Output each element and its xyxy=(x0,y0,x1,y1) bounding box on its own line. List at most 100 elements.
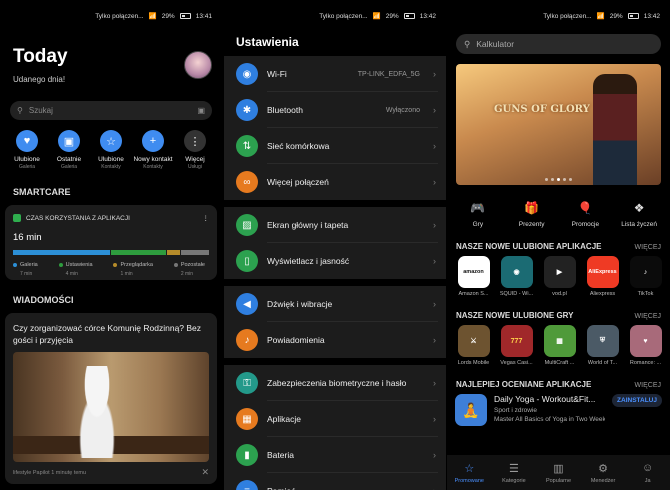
usage-app-time: 7 min xyxy=(20,271,33,277)
quick-action-1[interactable]: ▣ Ostatnie Galeria xyxy=(48,130,90,170)
status-bar: Tylko połączen... 📶 29% 13:42 xyxy=(447,0,670,32)
smartcare-heading: SMARTCARE xyxy=(13,187,71,197)
nav-ja[interactable]: ☺ Ja xyxy=(628,462,668,484)
section-header: NAJLEPIEJ OCENIANE APLIKACJE WIĘCEJ xyxy=(447,380,670,390)
settings-row-zabezpieczenia-biometryczne-i-has-o[interactable]: ⚿ Zabezpieczenia biometryczne i hasło › xyxy=(224,365,446,401)
settings-row-bateria[interactable]: ▮ Bateria › xyxy=(224,437,446,473)
bottom-nav: ☆ Promowane ☰ Kategorie ▥ Popularne ⚙ Menedżer ☺… xyxy=(447,455,670,490)
quick-action-0[interactable]: ♥ Ulubione Galeria xyxy=(6,130,48,170)
settings-row-aplikacje[interactable]: ▦ Aplikacje › xyxy=(224,401,446,437)
news-headline[interactable]: Czy zorganizować córce Komunię Rodzinną?… xyxy=(5,313,217,346)
settings-row-pami-[interactable]: ≡ Pamięć › xyxy=(224,473,446,490)
gamepad-icon: 🎮 xyxy=(470,201,486,215)
settings-row-wy-wietlacz-i-jasno-[interactable]: ▯ Wyświetlacz i jasność › xyxy=(224,243,446,279)
more-link[interactable]: WIĘCEJ xyxy=(635,382,661,389)
quick-action-sub: Galeria xyxy=(18,164,36,170)
news-card[interactable]: Czy zorganizować córce Komunię Rodzinną?… xyxy=(5,313,217,484)
list-icon: ☰ xyxy=(508,462,519,475)
settings-row-bluetooth[interactable]: ✱ Bluetooth Wyłączono › xyxy=(224,92,446,128)
app-icon[interactable]: ◉ xyxy=(500,256,533,288)
featured-description: Master All Basics of Yoga in Two Weeks &… xyxy=(494,416,606,423)
quick-action-4[interactable]: ⋮ Więcej Usługi xyxy=(174,130,216,170)
category-2[interactable]: 🎈 Promocje xyxy=(561,200,609,228)
app-tile[interactable]: ▦ MultiCraft ... xyxy=(541,325,578,366)
app-name: Romance: ... xyxy=(629,360,662,366)
app-tile[interactable]: ⛨ World of T... xyxy=(584,325,621,366)
more-options-icon[interactable]: ⋮ xyxy=(203,214,210,222)
settings-row-sie-kom-rkowa[interactable]: ⇅ Sieć komórkowa › xyxy=(224,128,446,164)
usage-legend: Galeria 7 min Ustawienia 4 min Przeglądarka 1… xyxy=(5,255,217,277)
chevron-right-icon: › xyxy=(433,177,436,187)
app-icon[interactable]: ⛨ xyxy=(586,325,619,357)
avatar[interactable] xyxy=(184,51,212,79)
app-tile[interactable]: ▶ vod.pl xyxy=(541,256,578,297)
settings-row-wi-fi[interactable]: ◉ Wi-Fi TP-LINK_EDFA_5G › xyxy=(224,56,446,92)
category-3[interactable]: ❖ Lista życzeń xyxy=(615,200,663,228)
app-icon[interactable]: AliExpress xyxy=(586,256,619,288)
nav-kategorie[interactable]: ☰ Kategorie xyxy=(494,462,534,484)
app-tile[interactable]: AliExpress Aliexpress xyxy=(584,256,621,297)
settings-row-ekran-g-wny-i-tapeta[interactable]: ▨ Ekran główny i tapeta › xyxy=(224,207,446,243)
group-separator xyxy=(224,279,446,286)
category-1[interactable]: 🎁 Prezenty xyxy=(508,200,556,228)
nav-menedżer[interactable]: ⚙ Menedżer xyxy=(583,462,623,484)
nav-promowane[interactable]: ☆ Promowane xyxy=(449,462,489,484)
app-icon[interactable]: ♥ xyxy=(629,325,662,357)
more-icon: ⋮ xyxy=(184,130,206,152)
quick-action-label: Więcej xyxy=(185,156,205,163)
more-link[interactable]: WIĘCEJ xyxy=(635,313,661,320)
promo-banner[interactable]: GUNS OF GLORY xyxy=(456,64,661,185)
search-input[interactable]: ⚲ Szukaj ▣ xyxy=(10,101,212,120)
chevron-right-icon: › xyxy=(433,141,436,151)
chevron-right-icon: › xyxy=(433,335,436,345)
app-icon[interactable]: ⚔ xyxy=(457,325,490,357)
app-icon[interactable]: ▦ xyxy=(543,325,576,357)
app-tile[interactable]: ♪ TikTok xyxy=(627,256,664,297)
yoga-app-icon[interactable]: 🧘 xyxy=(455,394,487,426)
chevron-right-icon: › xyxy=(433,220,436,230)
news-image[interactable] xyxy=(13,352,209,462)
settings-row-d-wi-k-i-wibracje[interactable]: ◀ Dźwięk i wibracje › xyxy=(224,286,446,322)
quick-action-sub: Usługi xyxy=(188,164,202,170)
nav-label: Ja xyxy=(644,477,651,484)
settings-row-label: Sieć komórkowa xyxy=(267,141,330,151)
featured-app[interactable]: 🧘 Daily Yoga - Workout&Fit... Sport i zd… xyxy=(447,394,670,426)
app-tile[interactable]: 777 Vegas Casi... xyxy=(498,325,535,366)
sound-icon: ◀ xyxy=(236,293,258,315)
app-icon[interactable]: ♪ xyxy=(629,256,662,288)
carousel-dots xyxy=(456,178,661,181)
app-tile[interactable]: amazon Amazon S... xyxy=(455,256,492,297)
quick-action-3[interactable]: + Nowy kontakt Kontakty xyxy=(132,130,174,170)
chevron-right-icon: › xyxy=(433,414,436,424)
install-button[interactable]: ZAINSTALUJ xyxy=(612,394,662,407)
app-icon[interactable]: ▶ xyxy=(543,256,576,288)
usage-app-time: 4 min xyxy=(65,271,78,277)
quick-action-2[interactable]: ☆ Ulubione Kontakty xyxy=(90,130,132,170)
app-icon[interactable]: 777 xyxy=(500,325,533,357)
featured-title[interactable]: Daily Yoga - Workout&Fit... xyxy=(494,394,605,404)
app-tile[interactable]: ♥ Romance: ... xyxy=(627,325,664,366)
settings-row-powiadomienia[interactable]: ♪ Powiadomienia › xyxy=(224,322,446,358)
app-tile[interactable]: ⚔ Lords Mobile xyxy=(455,325,492,366)
nav-label: Kategorie xyxy=(502,477,526,484)
group-separator xyxy=(224,358,446,365)
wifi-status-icon: 📶 xyxy=(596,13,605,20)
app-icon[interactable]: amazon xyxy=(457,256,490,288)
quick-action-label: Ostatnie xyxy=(56,156,82,163)
carrier-text: Tylko połączen... xyxy=(319,12,368,20)
settings-row-label: Bateria xyxy=(267,450,294,460)
store-search-input[interactable]: ⚲ Kalkulator xyxy=(456,34,661,54)
settings-row-wi-cej-po-cze-[interactable]: ∞ Więcej połączeń › xyxy=(224,164,446,200)
category-0[interactable]: 🎮 Gry xyxy=(454,200,502,228)
close-icon[interactable]: ✕ xyxy=(201,467,209,478)
usage-card[interactable]: CZAS KORZYSTANIA Z APLIKACJI ⋮ 16 min Ga… xyxy=(5,205,217,280)
battery-text: 29% xyxy=(385,12,399,20)
nav-popularne[interactable]: ▥ Popularne xyxy=(538,462,578,484)
app-tile[interactable]: ◉ SQUID - Wi... xyxy=(498,256,535,297)
app-name: TikTok xyxy=(637,291,654,297)
more-link[interactable]: WIĘCEJ xyxy=(635,244,661,251)
app-name: SQUID - Wi... xyxy=(499,291,534,297)
scan-icon[interactable]: ▣ xyxy=(197,106,205,115)
storage-icon: ≡ xyxy=(236,480,258,490)
settings-panel: Tylko połączen... 📶 29% 13:42 Ustawienia… xyxy=(224,0,446,490)
